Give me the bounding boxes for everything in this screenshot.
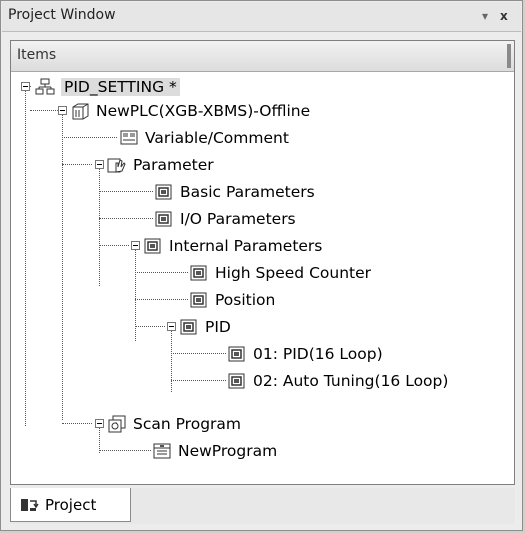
parameter-item-icon	[189, 291, 209, 309]
tree-node-high-speed-counter[interactable]: High Speed Counter	[189, 262, 371, 284]
tree-label-internal-parameters: Internal Parameters	[169, 237, 323, 255]
tree-label-pid-02: 02: Auto Tuning(16 Loop)	[253, 372, 449, 390]
project-tab-icon	[19, 497, 41, 513]
tree-label-parameter: Parameter	[133, 156, 214, 174]
tree-node-io-parameters[interactable]: I/O Parameters	[154, 208, 296, 230]
collapse-plc[interactable]	[58, 106, 67, 115]
tree-node-pid-01[interactable]: 01: PID(16 Loop)	[227, 343, 383, 365]
collapse-scan[interactable]	[95, 419, 104, 428]
pin-dropdown-icon[interactable]: ▾	[482, 9, 488, 23]
parameter-item-icon	[179, 318, 199, 336]
tree-node-pid-02[interactable]: 02: Auto Tuning(16 Loop)	[227, 370, 448, 392]
tree-node-variable-comment[interactable]: Variable/Comment	[119, 127, 289, 149]
parameter-hand-icon	[107, 156, 127, 174]
window-titlebar: Project Window ▾ x	[2, 2, 521, 32]
tree-label-scan-program: Scan Program	[133, 415, 242, 433]
parameter-item-icon	[227, 345, 247, 363]
project-tree-icon	[35, 78, 55, 96]
tab-project[interactable]: Project	[10, 488, 131, 522]
parameter-item-icon	[227, 372, 247, 390]
tree-label-pid: PID	[205, 318, 231, 336]
parameter-item-icon	[189, 264, 209, 282]
tree-label-io-parameters: I/O Parameters	[180, 210, 296, 228]
tree-label-position: Position	[215, 291, 276, 309]
column-resize-handle[interactable]	[507, 44, 511, 68]
tab-project-label: Project	[45, 495, 97, 514]
window-title: Project Window	[8, 7, 116, 23]
tree-node-basic-parameters[interactable]: Basic Parameters	[154, 181, 315, 203]
program-file-icon	[152, 442, 172, 460]
column-header-label: Items	[17, 47, 57, 63]
tree-panel: Items PID_SETTING * NewPLC(XGB-XBMS)-Off…	[10, 40, 515, 485]
plc-module-icon	[70, 102, 90, 120]
tree-node-plc[interactable]: NewPLC(XGB-XBMS)-Offline	[70, 100, 310, 122]
tree-label-pid-01: 01: PID(16 Loop)	[253, 345, 383, 363]
tree-node-parameter[interactable]: Parameter	[107, 154, 214, 176]
tree-label-variable-comment: Variable/Comment	[145, 129, 289, 147]
collapse-pid[interactable]	[167, 322, 176, 331]
collapse-internal[interactable]	[131, 241, 140, 250]
project-tree: PID_SETTING * NewPLC(XGB-XBMS)-Offline V…	[11, 72, 514, 482]
collapse-root[interactable]	[21, 82, 30, 91]
bottom-tab-bar: Project	[10, 488, 515, 524]
tree-label-new-program: NewProgram	[178, 442, 278, 460]
parameter-item-icon	[143, 237, 163, 255]
column-header[interactable]: Items	[11, 41, 514, 72]
tree-label-plc: NewPLC(XGB-XBMS)-Offline	[96, 102, 311, 120]
tree-node-internal-parameters[interactable]: Internal Parameters	[143, 235, 322, 257]
tree-node-new-program[interactable]: NewProgram	[152, 440, 277, 462]
collapse-parameter[interactable]	[95, 160, 104, 169]
parameter-item-icon	[154, 183, 174, 201]
parameter-item-icon	[154, 210, 174, 228]
tree-node-root[interactable]: PID_SETTING *	[35, 76, 180, 98]
project-window: Project Window ▾ x Items PID_SETTING * N…	[0, 0, 523, 531]
tree-label-high-speed-counter: High Speed Counter	[215, 264, 372, 282]
tree-node-scan-program[interactable]: Scan Program	[107, 413, 241, 435]
tree-label-basic-parameters: Basic Parameters	[180, 183, 315, 201]
variable-comment-icon	[119, 129, 139, 147]
tree-node-position[interactable]: Position	[189, 289, 275, 311]
tree-node-pid[interactable]: PID	[179, 316, 231, 338]
close-icon[interactable]: x	[500, 9, 508, 23]
tree-label-root: PID_SETTING *	[61, 78, 180, 96]
scan-program-icon	[107, 415, 127, 433]
